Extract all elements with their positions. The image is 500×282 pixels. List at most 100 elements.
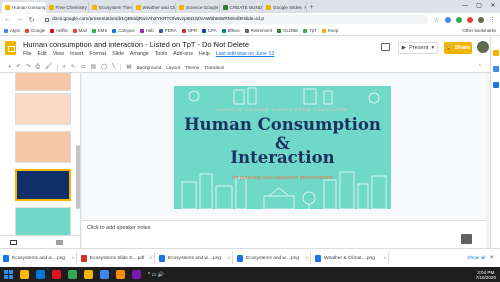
browser-tab[interactable]: Science Google Slides✕ bbox=[176, 2, 220, 13]
chevron-up-icon[interactable]: ⌃ bbox=[478, 64, 482, 70]
taskbar-app-icon[interactable] bbox=[100, 270, 109, 279]
download-item[interactable]: Ecosystems Slide S....pdf ^ bbox=[81, 252, 155, 264]
bookmark-item[interactable]: NPR bbox=[181, 28, 197, 33]
maximize-icon[interactable]: ▢ bbox=[472, 0, 486, 13]
chevron-down-icon[interactable]: ▾ bbox=[431, 45, 434, 51]
present-button[interactable]: ▶ Present ▾ bbox=[398, 42, 438, 54]
last-edit-link[interactable]: Last edit was on June 13 bbox=[216, 51, 275, 57]
bookmark-item[interactable]: PERA bbox=[158, 28, 177, 33]
browser-tab[interactable]: Free Chemistry Google✕ bbox=[46, 2, 89, 13]
browser-tab[interactable]: CREATE BUNDLE | Teac✕ bbox=[220, 2, 263, 13]
bookmark-item[interactable]: EMS bbox=[91, 28, 107, 33]
share-button[interactable]: 🔒 Share bbox=[444, 42, 472, 54]
bookmark-item[interactable]: Retirement bbox=[244, 28, 272, 33]
chevron-up-icon[interactable]: ^ bbox=[384, 256, 386, 261]
slide-thumbnail-row[interactable] bbox=[4, 131, 71, 163]
bookmark-item[interactable]: netflix bbox=[50, 28, 68, 33]
system-tray-icons[interactable]: ^ ▭ 🔊 bbox=[148, 272, 164, 278]
taskbar-app-icon[interactable] bbox=[132, 270, 141, 279]
zoom-icon[interactable]: ⌕ bbox=[63, 64, 66, 71]
menu-item[interactable]: Insert bbox=[70, 51, 83, 57]
bookmark-item[interactable]: Apps bbox=[4, 28, 20, 33]
comments-icon[interactable] bbox=[381, 43, 390, 51]
bookmark-item[interactable]: Google bbox=[25, 28, 45, 33]
layout-button[interactable]: Layout bbox=[166, 65, 180, 70]
profile-avatar[interactable] bbox=[478, 16, 484, 23]
chevron-up-icon[interactable]: ^ bbox=[306, 256, 308, 261]
clock[interactable]: 3:04 PM 7/16/2020 bbox=[476, 270, 496, 280]
menu-item[interactable]: Help bbox=[199, 51, 210, 57]
menu-item[interactable]: Format bbox=[89, 51, 106, 57]
print-icon[interactable]: ⎙ bbox=[35, 64, 39, 71]
star-icon[interactable]: ☆ bbox=[212, 40, 218, 48]
speaker-notes[interactable]: Click to add speaker notes bbox=[82, 220, 486, 248]
undo-icon[interactable]: ↶ bbox=[16, 64, 21, 70]
image-icon[interactable]: ▨ bbox=[91, 64, 96, 70]
menu-item[interactable]: Slide bbox=[112, 51, 124, 57]
filmstrip-scrollbar[interactable] bbox=[76, 145, 80, 209]
bookmark-item[interactable]: Mail bbox=[72, 28, 87, 33]
menu-item[interactable]: File bbox=[23, 51, 32, 57]
reload-icon[interactable]: ↻ bbox=[28, 16, 35, 24]
filmstrip-view-icon[interactable] bbox=[56, 240, 63, 245]
menu-item[interactable]: Tools bbox=[155, 51, 167, 57]
bookmark-item[interactable]: CPA bbox=[201, 28, 217, 33]
select-icon[interactable]: ↖ bbox=[71, 64, 76, 70]
other-bookmarks[interactable]: Other bookmarks bbox=[462, 28, 496, 33]
keep-icon[interactable] bbox=[493, 50, 499, 56]
bookmark-item[interactable]: Hub bbox=[139, 28, 154, 33]
background-button[interactable]: Background bbox=[137, 65, 162, 70]
redo-icon[interactable]: ↷ bbox=[26, 64, 31, 70]
comment-add-icon[interactable]: ▤ bbox=[126, 64, 131, 70]
taskbar-app-icon[interactable] bbox=[116, 270, 125, 279]
textbox-icon[interactable]: ▭ bbox=[81, 64, 86, 70]
taskbar-app-icon[interactable] bbox=[36, 270, 45, 279]
browser-tab[interactable]: Weather and Climate✕ bbox=[133, 2, 176, 13]
tasks-icon[interactable] bbox=[493, 66, 499, 72]
chevron-up-icon[interactable]: ^ bbox=[150, 256, 152, 261]
menu-item[interactable]: Edit bbox=[38, 51, 47, 57]
extension-icon[interactable] bbox=[467, 16, 473, 23]
bookmark-star-icon[interactable]: ☆ bbox=[433, 16, 440, 24]
download-item[interactable]: Ecosystems and w....png ^ bbox=[3, 252, 77, 264]
browser-tab[interactable]: Ecosystem Theme Goo✕ bbox=[89, 2, 133, 13]
calendar-icon[interactable] bbox=[493, 82, 499, 88]
slide-thumbnail[interactable] bbox=[15, 169, 71, 201]
browser-tab[interactable]: Human consumption✕ bbox=[2, 2, 46, 13]
current-slide[interactable]: SCIENCE GOOGLE SLIDES FROM TEMPLATES Hum… bbox=[174, 86, 391, 209]
new-tab-button[interactable]: + bbox=[307, 2, 317, 13]
new-slide-icon[interactable]: + bbox=[8, 64, 11, 70]
explore-icon[interactable] bbox=[461, 234, 472, 244]
taskbar-app-icon[interactable] bbox=[84, 270, 93, 279]
extension-icon[interactable] bbox=[456, 16, 462, 23]
forward-icon[interactable]: → bbox=[16, 16, 23, 23]
slide-thumbnail-row[interactable] bbox=[4, 93, 71, 125]
bookmark-item[interactable]: GLOBE bbox=[277, 28, 298, 33]
bookmark-item[interactable]: Bflexs bbox=[221, 28, 240, 33]
url-bar[interactable]: docs.google.com/presentation/d/1QBMdjRwc… bbox=[40, 15, 428, 24]
line-icon[interactable]: ╲ bbox=[112, 64, 115, 70]
avatar[interactable] bbox=[477, 41, 489, 53]
download-item[interactable]: Ecosystems and w....png ^ bbox=[159, 252, 233, 264]
extension-icon[interactable] bbox=[445, 16, 451, 23]
taskbar-app-icon[interactable] bbox=[52, 270, 61, 279]
transition-button[interactable]: Transition bbox=[204, 65, 224, 70]
slide-thumbnail[interactable] bbox=[15, 73, 71, 91]
taskbar-app-icon[interactable] bbox=[68, 270, 77, 279]
download-item[interactable]: Ecosystems and w....png ^ bbox=[237, 252, 311, 264]
paint-format-icon[interactable]: 🖌 bbox=[45, 64, 52, 70]
menu-item[interactable]: Arrange bbox=[130, 51, 149, 57]
chevron-up-icon[interactable]: ^ bbox=[228, 256, 230, 261]
menu-item[interactable]: Add-ons bbox=[173, 51, 193, 57]
slide-thumbnail[interactable] bbox=[15, 93, 71, 125]
taskbar-app-icon[interactable] bbox=[20, 270, 29, 279]
theme-button[interactable]: Theme bbox=[185, 65, 199, 70]
download-item[interactable]: Weather & Climat....png ^ bbox=[315, 252, 389, 264]
bookmark-item[interactable]: Keep bbox=[322, 28, 338, 33]
minimize-icon[interactable]: — bbox=[458, 0, 472, 13]
back-icon[interactable]: ← bbox=[4, 16, 11, 23]
menu-item[interactable]: View bbox=[53, 51, 64, 57]
slide-thumbnail[interactable] bbox=[15, 131, 71, 163]
slides-logo-icon[interactable] bbox=[5, 41, 16, 55]
slide-thumbnail-row[interactable] bbox=[4, 73, 71, 91]
